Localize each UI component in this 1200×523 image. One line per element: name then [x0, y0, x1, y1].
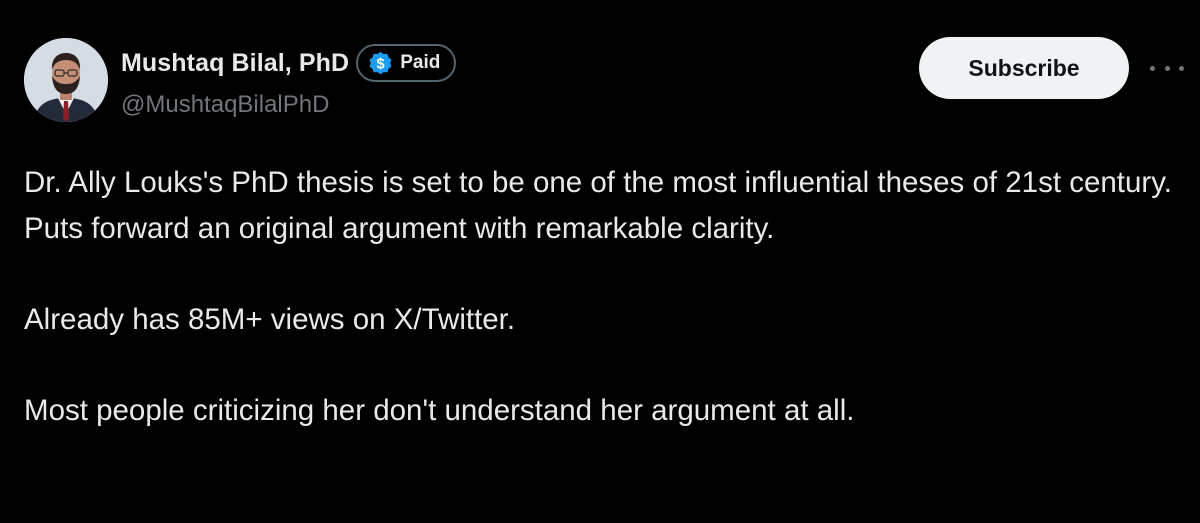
dollar-icon: $ [369, 51, 392, 74]
paid-badge[interactable]: $ Paid [356, 44, 457, 82]
post-paragraph: Dr. Ally Louks's PhD thesis is set to be… [24, 166, 1172, 245]
more-horizontal-icon[interactable] [1150, 58, 1184, 78]
avatar[interactable] [24, 38, 108, 122]
post-paragraph: Most people criticizing her don't unders… [24, 393, 855, 427]
more-dot [1164, 65, 1170, 71]
post-text: Dr. Ally Louks's PhD thesis is set to be… [24, 160, 1184, 433]
more-dot [1150, 65, 1155, 71]
avatar-photo-icon [24, 38, 108, 122]
more-dot [1179, 65, 1184, 71]
post-paragraph: Already has 85M+ views on X/Twitter. [24, 302, 516, 336]
author-handle[interactable]: @MushtaqBilalPhD [121, 91, 329, 119]
post-card: Mushtaq Bilal, PhD $ Paid @MushtaqBilalP… [0, 0, 1200, 523]
subscribe-button[interactable]: Subscribe [919, 37, 1129, 99]
svg-text:$: $ [377, 56, 385, 72]
paid-badge-label: Paid [400, 52, 441, 73]
author-display-name[interactable]: Mushtaq Bilal, PhD [121, 49, 349, 78]
author-row: Mushtaq Bilal, PhD $ Paid [121, 40, 457, 86]
